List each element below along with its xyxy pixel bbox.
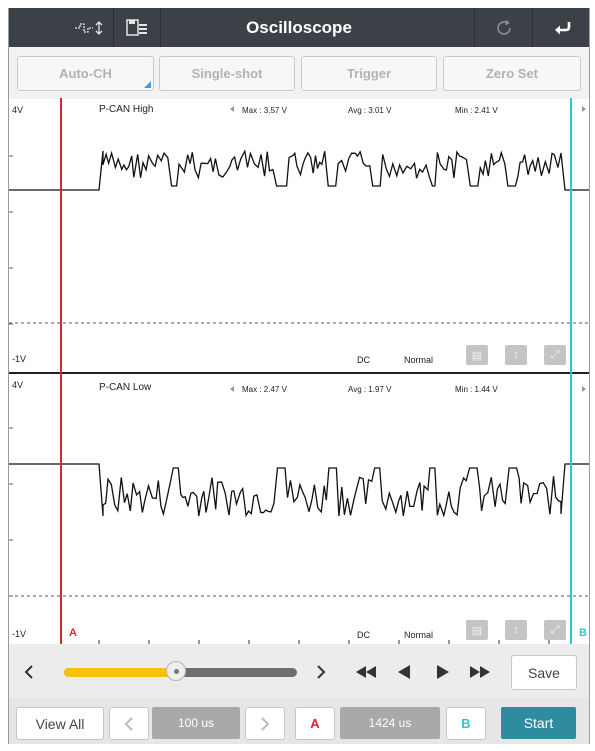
dropdown-corner-icon (144, 81, 151, 88)
step-forward-icon[interactable] (433, 662, 453, 682)
auto-ch-label: Auto-CH (59, 66, 112, 81)
start-button[interactable]: Start (501, 707, 576, 739)
timebase-increase-button[interactable] (245, 707, 285, 740)
title-bar: Oscilloscope (9, 8, 589, 47)
channel-2-min: Min : 1.44 V (455, 385, 498, 394)
return-icon[interactable] (535, 8, 589, 47)
channel-2-waveform (9, 463, 589, 518)
channel-1-avg: Avg : 3.01 V (348, 106, 392, 115)
cursor-a-line[interactable] (60, 98, 62, 644)
fast-forward-icon[interactable] (468, 662, 492, 682)
auto-ch-button[interactable]: Auto-CH (17, 56, 154, 91)
timebase-decrease-button[interactable] (109, 707, 149, 740)
channel-2-fullscreen-button[interactable]: ⤢ (544, 620, 566, 640)
channel-1-scale-button[interactable]: ↕ (505, 345, 527, 365)
refresh-icon[interactable] (479, 8, 529, 47)
channel-1-min: Min : 2.41 V (455, 106, 498, 115)
channel-1-fullscreen-button[interactable]: ⤢ (544, 345, 566, 365)
view-all-button[interactable]: View All (16, 707, 104, 740)
fast-rewind-icon[interactable] (354, 662, 378, 682)
time-slider-thumb[interactable] (166, 661, 186, 681)
channel-2-mode: Normal (404, 630, 434, 640)
channel-2-avg: Avg : 1.97 V (348, 385, 392, 394)
channel-1-panel[interactable]: 4V P-CAN High Max : 3.57 V Avg : 3.01 V … (9, 99, 589, 372)
waveform-sync-icon[interactable] (67, 8, 111, 47)
chevron-right-icon (261, 716, 270, 731)
single-shot-button[interactable]: Single-shot (159, 56, 295, 91)
channel-2-ymin-label: -1V (12, 629, 27, 639)
channel-1-mode: Normal (404, 355, 434, 365)
timebase-value: 100 us (152, 707, 240, 739)
channel-2-name: P-CAN Low (99, 382, 152, 393)
cursor-b-line[interactable] (570, 98, 572, 644)
time-scroll-bar: Save (9, 644, 589, 698)
channel-1-settings-button[interactable]: ▤ (466, 345, 488, 365)
trigger-button[interactable]: Trigger (301, 56, 437, 91)
channel-2-panel[interactable]: 4V P-CAN Low Max : 2.47 V Avg : 1.97 V M… (9, 374, 589, 644)
cursor-delta-value: 1424 us (340, 707, 440, 739)
cursor-a-marker[interactable]: A (69, 627, 77, 639)
channel-1-waveform (9, 149, 589, 191)
save-button[interactable]: Save (511, 655, 577, 690)
channel-1-max: Max : 3.57 V (242, 106, 287, 115)
channel-2-scale-button[interactable]: ↕ (505, 620, 527, 640)
zero-set-button[interactable]: Zero Set (443, 56, 581, 91)
channel-2-settings-button[interactable]: ▤ (466, 620, 488, 640)
oscilloscope-app: Oscilloscope Auto-CH Single-shot Trigger… (8, 8, 590, 744)
channel-2-ymax-label: 4V (12, 380, 24, 390)
bottom-controls: View All 100 us A 1424 us B Start (9, 698, 589, 744)
cursor-b-button[interactable]: B (446, 707, 486, 740)
cursor-a-button[interactable]: A (295, 707, 335, 740)
control-toolbar: Auto-CH Single-shot Trigger Zero Set (9, 47, 589, 99)
page-title: Oscilloscope (246, 18, 352, 37)
time-slider-fill (64, 668, 176, 677)
chevron-left-icon (124, 716, 133, 731)
channel-1-ymax-label: 4V (12, 105, 24, 115)
scroll-left-icon[interactable] (19, 661, 39, 683)
channel-1-name: P-CAN High (99, 104, 154, 115)
scroll-right-icon[interactable] (311, 661, 331, 683)
cursor-b-marker[interactable]: B (579, 627, 587, 639)
channel-1-coupling: DC (357, 355, 370, 365)
save-file-icon[interactable] (117, 8, 157, 47)
step-back-icon[interactable] (394, 662, 414, 682)
channel-2-coupling: DC (357, 630, 370, 640)
channel-1-ymin-label: -1V (12, 354, 27, 364)
channel-2-max: Max : 2.47 V (242, 385, 287, 394)
